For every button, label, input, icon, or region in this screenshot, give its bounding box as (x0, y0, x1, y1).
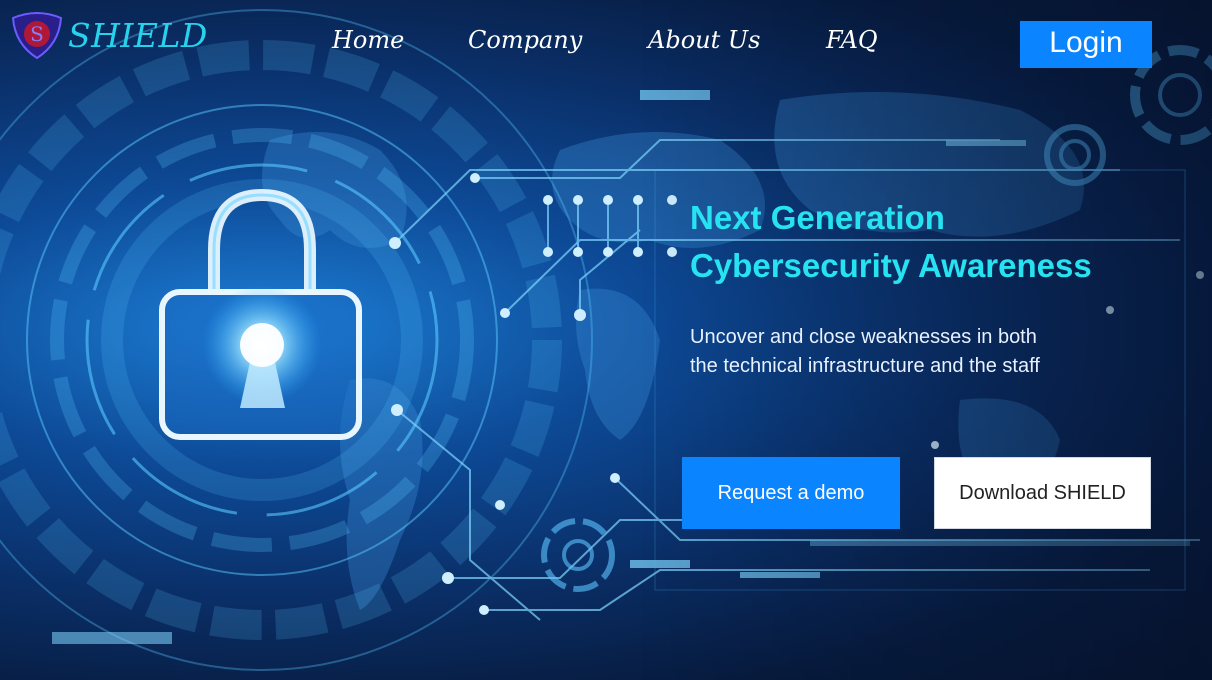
hero-subtitle-line-2: the technical infrastructure and the sta… (690, 355, 1040, 377)
login-button[interactable]: Login (1020, 21, 1152, 68)
hero-subtitle-line-1: Uncover and close weaknesses in both (690, 326, 1037, 348)
nav-faq-link[interactable]: FAQ (826, 26, 878, 54)
hero-headline: Next Generation Cybersecurity Awareness (690, 194, 1190, 290)
hero-headline-line-2: Cybersecurity Awareness (690, 247, 1092, 284)
hero-subtitle: Uncover and close weaknesses in both the… (690, 323, 1130, 381)
request-demo-button[interactable]: Request a demo (682, 457, 900, 529)
padlock-icon (159, 188, 362, 440)
nav-company-link[interactable]: Company (468, 26, 582, 54)
download-shield-button[interactable]: Download SHIELD (934, 457, 1151, 529)
nav-home-link[interactable]: Home (332, 26, 404, 54)
hero-headline-line-1: Next Generation (690, 199, 945, 236)
landing-page: S SHIELD Home Company About Us FAQ Login… (0, 0, 1212, 680)
nav-about-us-link[interactable]: About Us (648, 26, 760, 54)
